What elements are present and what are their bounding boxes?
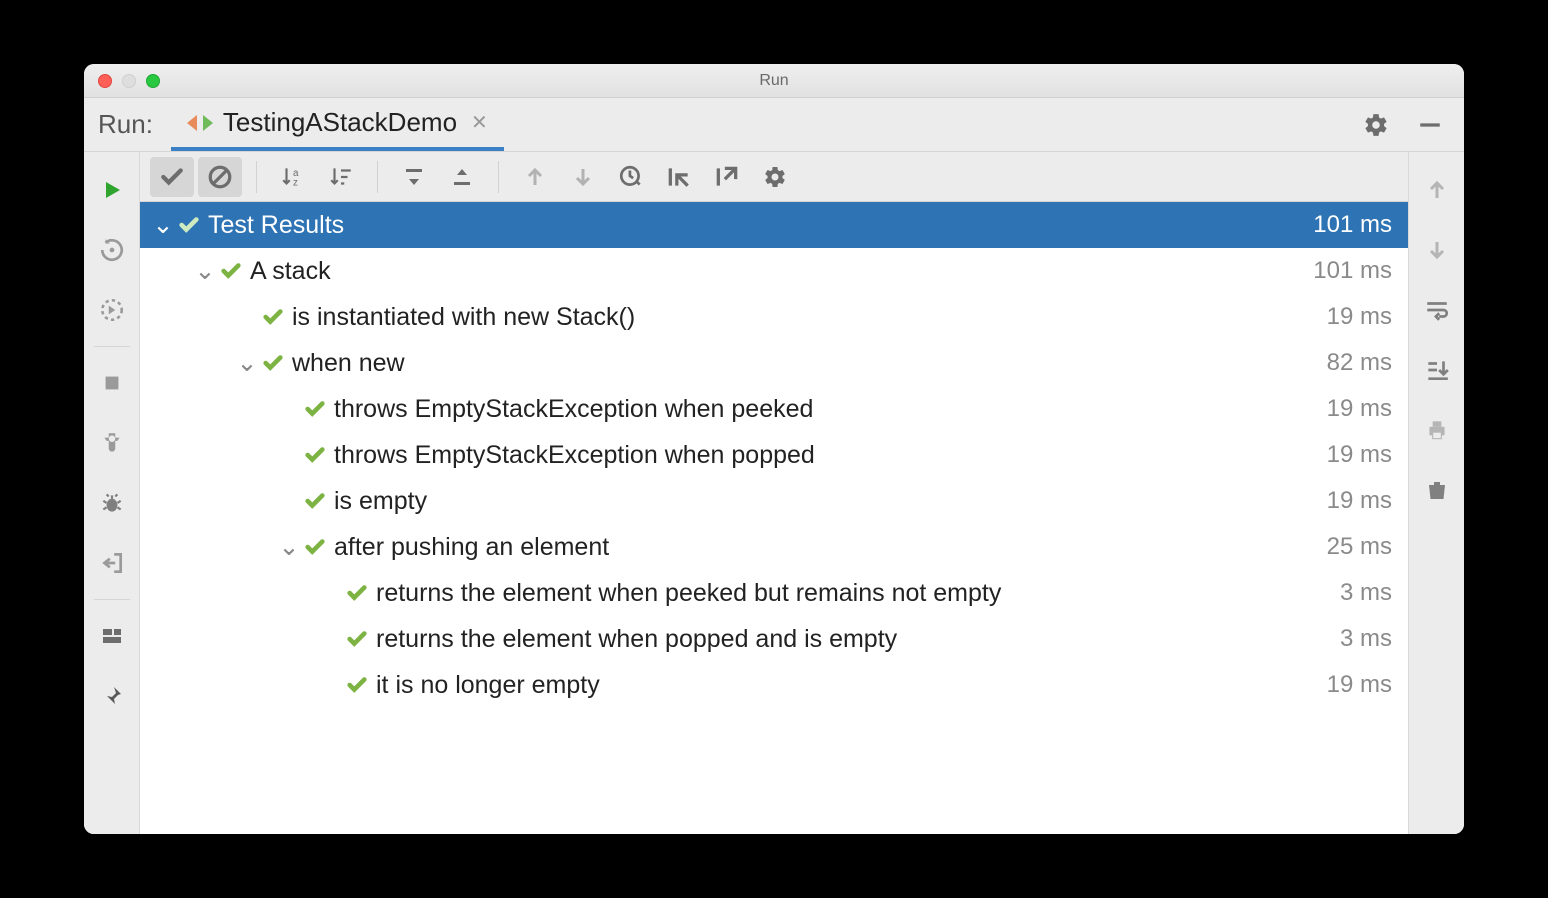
chevron-down-icon[interactable]: ⌄	[234, 348, 260, 378]
layout-button[interactable]	[92, 616, 132, 656]
debug-button[interactable]	[92, 483, 132, 523]
tree-row[interactable]: is instantiated with new Stack() 19 ms	[140, 294, 1408, 340]
tree-row-label: after pushing an element	[328, 533, 1327, 562]
tree-row-label: is empty	[328, 487, 1327, 516]
tree-row-label: throws EmptyStackException when peeked	[328, 395, 1327, 424]
hide-icon[interactable]	[1412, 107, 1448, 143]
clear-all-icon[interactable]	[1417, 470, 1457, 510]
toggle-auto-test-button[interactable]	[92, 230, 132, 270]
tree-row[interactable]: is empty 19 ms	[140, 478, 1408, 524]
chevron-down-icon[interactable]: ⌄	[276, 532, 302, 562]
tree-row[interactable]: it is no longer empty 19 ms	[140, 662, 1408, 708]
show-passed-button[interactable]	[150, 157, 194, 197]
test-settings-button[interactable]	[753, 157, 797, 197]
check-icon	[260, 306, 286, 328]
tree-row-time: 19 ms	[1327, 671, 1392, 699]
tree-row-time: 19 ms	[1327, 487, 1392, 515]
check-icon	[260, 352, 286, 374]
tree-row[interactable]: ⌄ after pushing an element 25 ms	[140, 524, 1408, 570]
tree-row-label: is instantiated with new Stack()	[286, 303, 1327, 332]
check-icon	[218, 260, 244, 282]
dump-threads-button[interactable]	[92, 423, 132, 463]
check-icon	[302, 444, 328, 466]
show-ignored-button[interactable]	[198, 157, 242, 197]
window-title: Run	[84, 72, 1464, 90]
expand-all-button[interactable]	[392, 157, 436, 197]
settings-icon[interactable]	[1358, 107, 1394, 143]
scroll-down-icon[interactable]	[1417, 230, 1457, 270]
next-failed-button[interactable]	[561, 157, 605, 197]
sort-by-duration-button[interactable]	[319, 157, 363, 197]
tree-row[interactable]: returns the element when peeked but rema…	[140, 570, 1408, 616]
import-tests-button[interactable]	[657, 157, 701, 197]
chevron-down-icon[interactable]: ⌄	[192, 256, 218, 286]
right-gutter	[1408, 152, 1464, 834]
tree-row-label: A stack	[244, 257, 1313, 286]
collapse-all-button[interactable]	[440, 157, 484, 197]
run-prefix-label: Run:	[92, 109, 171, 140]
tree-row-time: 3 ms	[1340, 625, 1392, 653]
tree-row-time: 101 ms	[1313, 257, 1392, 285]
check-icon	[302, 398, 328, 420]
tree-row-time: 19 ms	[1327, 395, 1392, 423]
left-gutter	[84, 152, 140, 834]
titlebar: Run	[84, 64, 1464, 98]
exit-button[interactable]	[92, 543, 132, 583]
scroll-to-end-icon[interactable]	[1417, 350, 1457, 390]
pin-button[interactable]	[92, 676, 132, 716]
tree-row-label: returns the element when peeked but rema…	[370, 579, 1340, 608]
chevron-down-icon[interactable]: ⌄	[150, 210, 176, 240]
run-config-icon	[187, 113, 213, 133]
sort-alphabetically-button[interactable]: az	[271, 157, 315, 197]
tree-row[interactable]: throws EmptyStackException when peeked 1…	[140, 386, 1408, 432]
tree-row[interactable]: ⌄ when new 82 ms	[140, 340, 1408, 386]
stop-button[interactable]	[92, 363, 132, 403]
tabbar: Run: TestingAStackDemo ✕	[84, 98, 1464, 152]
tree-row-time: 101 ms	[1313, 211, 1392, 239]
test-toolbar: az	[140, 152, 1408, 202]
tree-row-label: throws EmptyStackException when popped	[328, 441, 1327, 470]
tree-row-time: 19 ms	[1327, 441, 1392, 469]
export-tests-button[interactable]	[705, 157, 749, 197]
tree-row-time: 82 ms	[1327, 349, 1392, 377]
tree-row-label: Test Results	[202, 211, 1313, 240]
previous-failed-button[interactable]	[513, 157, 557, 197]
tree-row-label: when new	[286, 349, 1327, 378]
run-config-tab[interactable]: TestingAStackDemo ✕	[171, 98, 504, 151]
svg-text:z: z	[293, 177, 298, 188]
tree-row[interactable]: ⌄ A stack 101 ms	[140, 248, 1408, 294]
check-icon	[344, 628, 370, 650]
tree-row-time: 3 ms	[1340, 579, 1392, 607]
check-icon	[302, 536, 328, 558]
rerun-button[interactable]	[92, 170, 132, 210]
scroll-up-icon[interactable]	[1417, 170, 1457, 210]
tree-row-root[interactable]: ⌄ Test Results 101 ms	[140, 202, 1408, 248]
check-icon	[344, 674, 370, 696]
tree-row[interactable]: throws EmptyStackException when popped 1…	[140, 432, 1408, 478]
run-config-tab-label: TestingAStackDemo	[223, 107, 457, 138]
rerun-failed-button[interactable]	[92, 290, 132, 330]
close-tab-icon[interactable]: ✕	[467, 110, 488, 135]
tree-row[interactable]: returns the element when popped and is e…	[140, 616, 1408, 662]
tree-row-time: 19 ms	[1327, 303, 1392, 331]
check-icon	[344, 582, 370, 604]
test-history-button[interactable]	[609, 157, 653, 197]
main-panel: az	[140, 152, 1408, 834]
soft-wrap-icon[interactable]	[1417, 290, 1457, 330]
tree-row-time: 25 ms	[1327, 533, 1392, 561]
check-icon	[176, 214, 202, 236]
check-icon	[302, 490, 328, 512]
run-window: Run Run: TestingAStackDemo ✕	[84, 64, 1464, 834]
tree-row-label: it is no longer empty	[370, 671, 1327, 700]
print-icon[interactable]	[1417, 410, 1457, 450]
tree-row-label: returns the element when popped and is e…	[370, 625, 1340, 654]
test-results-tree[interactable]: ⌄ Test Results 101 ms ⌄ A stack 101 ms	[140, 202, 1408, 834]
